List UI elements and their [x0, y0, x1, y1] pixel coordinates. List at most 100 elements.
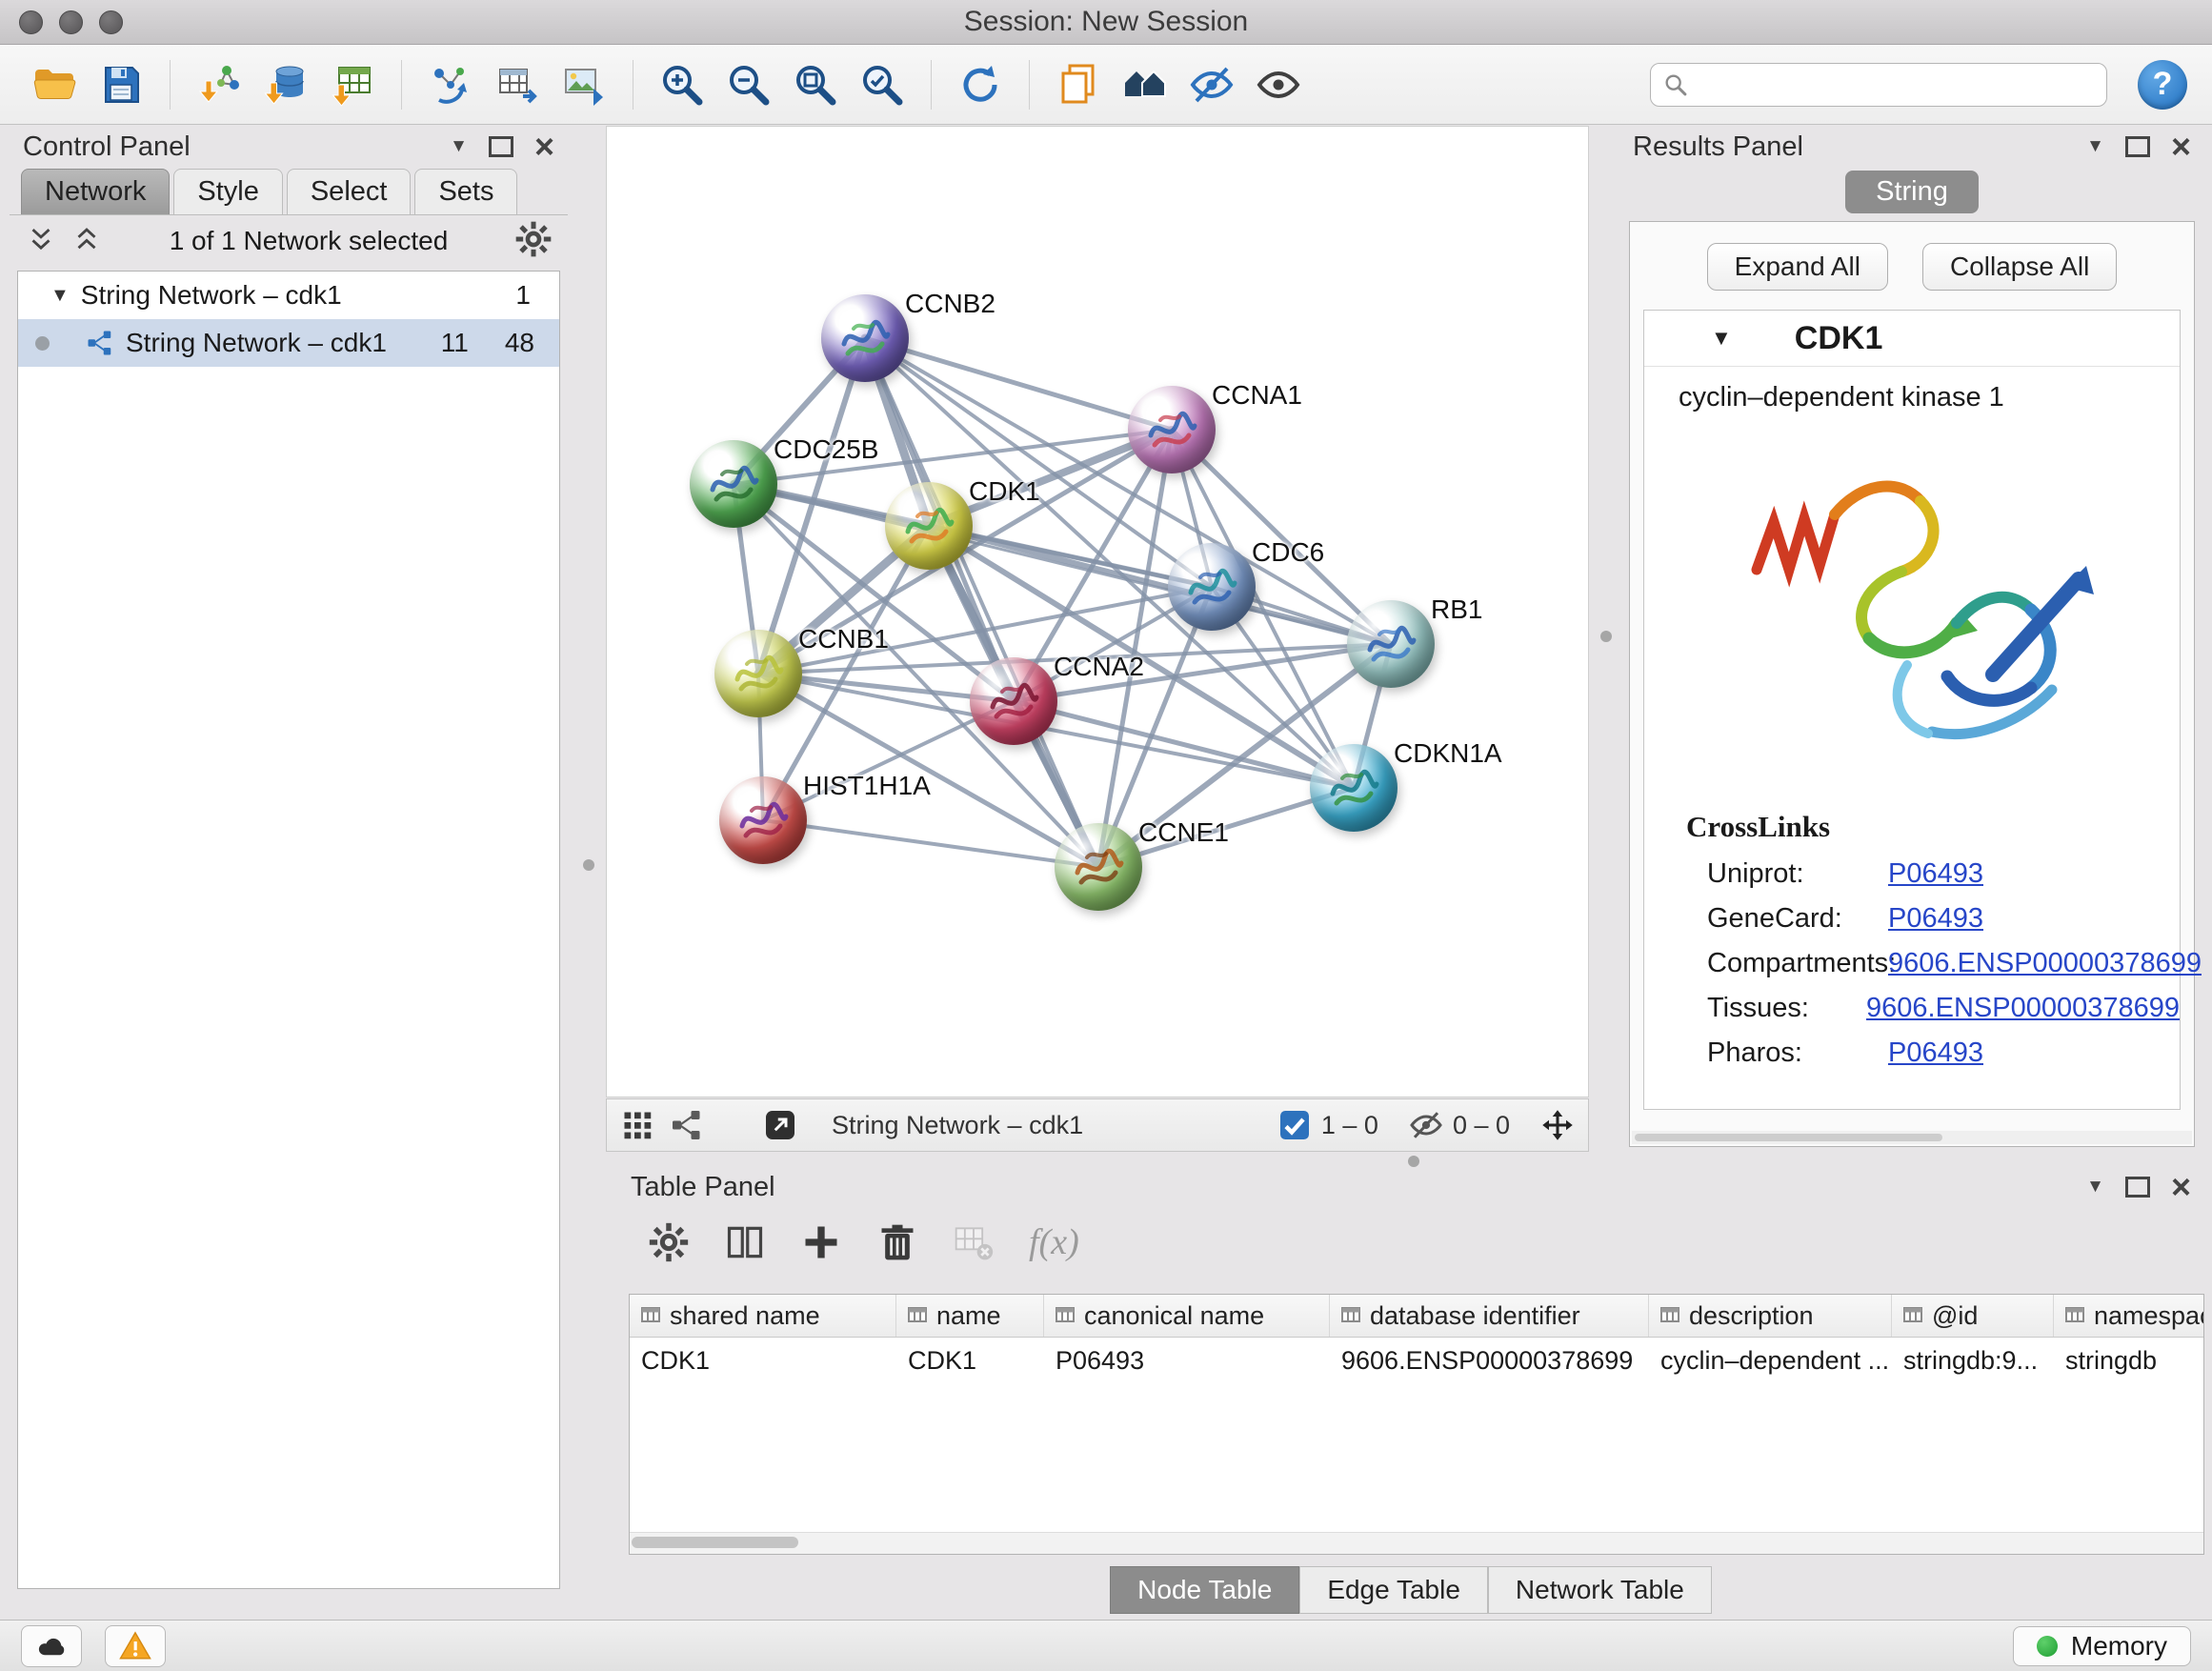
expand-all-button[interactable]: Expand All — [1707, 243, 1888, 291]
window-minimize-button[interactable] — [59, 10, 83, 34]
search-input[interactable] — [1699, 69, 2095, 100]
table-row[interactable]: CDK1CDK1P064939606.ENSP00000378699cyclin… — [630, 1338, 2203, 1383]
show-all-button[interactable] — [1249, 54, 1308, 115]
network-node-CCNB1[interactable] — [714, 630, 802, 717]
scrollbar-thumb[interactable] — [1635, 1134, 1942, 1141]
import-table-button[interactable] — [323, 54, 382, 115]
import-network-file-button[interactable] — [190, 54, 249, 115]
crosslink-link[interactable]: P06493 — [1888, 903, 1983, 935]
crosslink-link[interactable]: 9606.ENSP00000378699 — [1866, 993, 2180, 1024]
network-node-CCNE1[interactable] — [1055, 823, 1142, 911]
tab-node-table[interactable]: Node Table — [1110, 1566, 1299, 1614]
splitter-handle[interactable] — [583, 859, 594, 871]
window-zoom-button[interactable] — [99, 10, 123, 34]
pan-move-icon[interactable] — [1540, 1108, 1575, 1142]
results-panel-collapse-button[interactable]: ▼ — [2086, 136, 2104, 157]
network-canvas[interactable]: CCNB2CCNA1CDC25BCDK1CDC6RB1CCNB1CCNA2CDK… — [606, 126, 1589, 1097]
scrollbar-thumb[interactable] — [632, 1537, 798, 1548]
network-node-HIST1H1A[interactable] — [719, 776, 807, 864]
grid-view-icon[interactable] — [620, 1108, 654, 1142]
delete-column-icon[interactable] — [876, 1221, 918, 1263]
help-button[interactable]: ? — [2138, 60, 2187, 110]
copy-button[interactable] — [1049, 54, 1108, 115]
save-session-button[interactable] — [91, 54, 151, 115]
column-header-canonical-name[interactable]: canonical name — [1044, 1295, 1330, 1337]
splitter-handle[interactable] — [1600, 631, 1612, 642]
column-header-shared-name[interactable]: shared name — [630, 1295, 896, 1337]
column-header-description[interactable]: description — [1649, 1295, 1892, 1337]
control-panel-collapse-button[interactable]: ▼ — [450, 136, 468, 157]
network-node-CCNB2[interactable] — [821, 294, 909, 382]
results-horizontal-scrollbar[interactable] — [1632, 1131, 2192, 1144]
collection-disclosure-triangle[interactable]: ▼ — [50, 285, 70, 307]
global-search-box[interactable] — [1650, 63, 2107, 107]
tab-network-table[interactable]: Network Table — [1488, 1566, 1712, 1614]
memory-button[interactable]: Memory — [2013, 1626, 2191, 1666]
network-node-RB1[interactable] — [1347, 600, 1435, 688]
results-panel-float-button[interactable] — [2125, 136, 2150, 157]
add-column-icon[interactable] — [800, 1221, 842, 1263]
tab-sets[interactable]: Sets — [414, 169, 517, 214]
network-edge[interactable] — [865, 338, 1172, 430]
table-panel-close-button[interactable]: × — [2171, 1170, 2191, 1204]
tab-string[interactable]: String — [1845, 171, 1979, 213]
cloud-status-button[interactable] — [21, 1625, 82, 1667]
network-view-title: String Network – cdk1 — [832, 1111, 1083, 1140]
node-label-CCNE1: CCNE1 — [1138, 817, 1229, 848]
expand-all-networks-button[interactable] — [70, 223, 103, 260]
tab-select[interactable]: Select — [287, 169, 412, 214]
results-panel-close-button[interactable]: × — [2171, 130, 2191, 164]
table-options-gear-icon[interactable] — [648, 1221, 690, 1263]
tab-edge-table[interactable]: Edge Table — [1299, 1566, 1488, 1614]
column-header-namespace[interactable]: namespace — [2054, 1295, 2204, 1337]
network-node-CDC6[interactable] — [1168, 543, 1256, 631]
protein-structure-glyph — [1347, 600, 1435, 688]
collapse-all-networks-button[interactable] — [25, 223, 57, 260]
selected-checkbox-icon[interactable] — [1277, 1108, 1312, 1142]
network-options-button[interactable] — [514, 220, 553, 263]
zoom-out-button[interactable] — [719, 54, 778, 115]
window-close-button[interactable] — [19, 10, 43, 34]
crosslink-link[interactable]: 9606.ENSP00000378699 — [1888, 948, 2202, 979]
network-row-selected[interactable]: String Network – cdk1 11 48 — [18, 319, 559, 367]
show-columns-icon[interactable] — [724, 1221, 766, 1263]
export-image-button[interactable] — [554, 54, 613, 115]
table-panel-float-button[interactable] — [2125, 1177, 2150, 1198]
warnings-button[interactable] — [105, 1625, 166, 1667]
tab-style[interactable]: Style — [173, 169, 282, 214]
network-node-CCNA2[interactable] — [970, 657, 1057, 745]
hide-selected-button[interactable] — [1182, 54, 1241, 115]
eye-slash-icon — [1189, 62, 1235, 108]
column-header-name[interactable]: name — [896, 1295, 1044, 1337]
network-node-CDK1[interactable] — [885, 482, 973, 570]
zoom-in-button[interactable] — [653, 54, 712, 115]
column-header-@id[interactable]: @id — [1892, 1295, 2054, 1337]
new-table-button[interactable] — [488, 54, 547, 115]
column-header-database-identifier[interactable]: database identifier — [1330, 1295, 1649, 1337]
crosslink-link[interactable]: P06493 — [1888, 858, 1983, 890]
refresh-view-button[interactable] — [951, 54, 1010, 115]
network-collection-row[interactable]: ▼ String Network – cdk1 1 — [18, 272, 559, 319]
network-edge[interactable] — [763, 820, 1098, 867]
import-network-database-button[interactable] — [256, 54, 315, 115]
new-network-button[interactable] — [421, 54, 480, 115]
control-panel-float-button[interactable] — [489, 136, 513, 157]
crosslink-link[interactable]: P06493 — [1888, 1037, 1983, 1069]
zoom-selected-button[interactable] — [853, 54, 912, 115]
detach-view-icon[interactable] — [763, 1108, 797, 1142]
control-panel-close-button[interactable]: × — [534, 130, 554, 164]
new-network-icon — [428, 62, 473, 108]
splitter-handle[interactable] — [1408, 1156, 1419, 1167]
network-node-CDC25B[interactable] — [690, 440, 777, 528]
tab-network[interactable]: Network — [21, 169, 170, 214]
card-disclosure-triangle[interactable]: ▼ — [1711, 326, 1732, 351]
table-horizontal-scrollbar[interactable] — [630, 1532, 2203, 1554]
open-session-button[interactable] — [25, 54, 84, 115]
birds-eye-view-icon[interactable] — [670, 1108, 704, 1142]
network-node-CCNA1[interactable] — [1128, 386, 1216, 473]
zoom-fit-button[interactable] — [786, 54, 845, 115]
network-node-CDKN1A[interactable] — [1310, 744, 1398, 832]
first-neighbors-button[interactable] — [1116, 54, 1175, 115]
collapse-all-button[interactable]: Collapse All — [1922, 243, 2117, 291]
table-panel-collapse-button[interactable]: ▼ — [2086, 1177, 2104, 1198]
